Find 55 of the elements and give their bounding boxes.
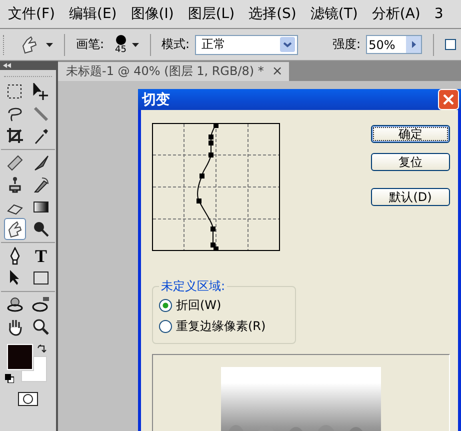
dialog-button[interactable]: 确定 bbox=[371, 125, 450, 143]
menu-item[interactable]: 图像(I) bbox=[130, 5, 174, 23]
orbit-camera-icon[interactable] bbox=[32, 296, 50, 314]
group-legend: 未定义区域: bbox=[159, 278, 228, 295]
menu-item[interactable]: 3 bbox=[434, 6, 444, 22]
brush-icon[interactable] bbox=[32, 154, 50, 172]
menu-item[interactable]: 编辑(E) bbox=[68, 5, 117, 23]
default-colors-icon[interactable] bbox=[5, 374, 14, 383]
zoom-icon[interactable] bbox=[32, 318, 50, 336]
mode-label: 模式: bbox=[162, 36, 190, 53]
curve-drawing[interactable] bbox=[196, 123, 218, 251]
crop-icon[interactable] bbox=[6, 127, 24, 145]
caret-icon[interactable] bbox=[132, 42, 138, 46]
radio-label[interactable]: 折回(W) bbox=[176, 297, 222, 314]
mode-dropdown[interactable]: 正常 bbox=[194, 34, 298, 54]
eyedropper-icon[interactable] bbox=[32, 127, 50, 145]
radio-button[interactable] bbox=[159, 320, 172, 333]
orbit-icon[interactable] bbox=[6, 296, 24, 314]
document-tab[interactable]: 未标题-1 @ 40% (图层 1, RGB/8) * × bbox=[58, 62, 289, 81]
checkbox[interactable] bbox=[444, 39, 456, 50]
background-color-swatch[interactable] bbox=[21, 356, 47, 382]
arrow-right-icon[interactable] bbox=[406, 36, 421, 53]
brush-size: 45 bbox=[115, 44, 126, 54]
marquee-icon[interactable] bbox=[6, 83, 24, 101]
lasso-icon[interactable] bbox=[6, 105, 24, 123]
rectangle-icon[interactable] bbox=[32, 269, 50, 287]
radio-button[interactable] bbox=[159, 299, 172, 312]
foreground-color-swatch[interactable] bbox=[7, 344, 33, 370]
caret-icon[interactable] bbox=[46, 42, 53, 46]
menu-item[interactable]: 文件(F) bbox=[8, 5, 55, 23]
close-icon[interactable] bbox=[438, 89, 459, 110]
dialog-title: 切变 bbox=[142, 90, 170, 108]
radio-label[interactable]: 重复边缘像素(R) bbox=[176, 318, 266, 335]
menu-item[interactable]: 选择(S) bbox=[248, 5, 296, 23]
hand-icon[interactable] bbox=[6, 318, 24, 336]
pin-icon[interactable] bbox=[32, 220, 50, 238]
type-tool[interactable]: T bbox=[34, 247, 47, 265]
swap-arrows-icon[interactable] bbox=[37, 344, 47, 354]
dialog-button[interactable]: 复位 bbox=[371, 153, 450, 171]
collapse-icon[interactable] bbox=[3, 63, 11, 68]
quick-mask-icon[interactable] bbox=[18, 392, 38, 406]
finger-icon[interactable] bbox=[6, 220, 24, 238]
menu-item[interactable]: 图层(L) bbox=[188, 5, 235, 23]
brush-tip-icon[interactable] bbox=[116, 34, 126, 44]
strength-label: 强度: bbox=[332, 36, 361, 53]
bandage-icon[interactable] bbox=[6, 154, 24, 172]
menu-item[interactable]: 分析(A) bbox=[372, 5, 420, 23]
brush-label: 画笔: bbox=[76, 36, 104, 53]
shear-curve-graph[interactable] bbox=[152, 123, 280, 251]
history-brush-icon[interactable] bbox=[32, 176, 50, 194]
move-icon[interactable] bbox=[32, 83, 50, 101]
menu-item[interactable]: 滤镜(T) bbox=[310, 5, 358, 23]
strength-field[interactable]: 50% bbox=[366, 35, 422, 54]
dialog-button[interactable]: 默认(D) bbox=[371, 188, 450, 206]
tab-close[interactable]: × bbox=[272, 64, 283, 79]
